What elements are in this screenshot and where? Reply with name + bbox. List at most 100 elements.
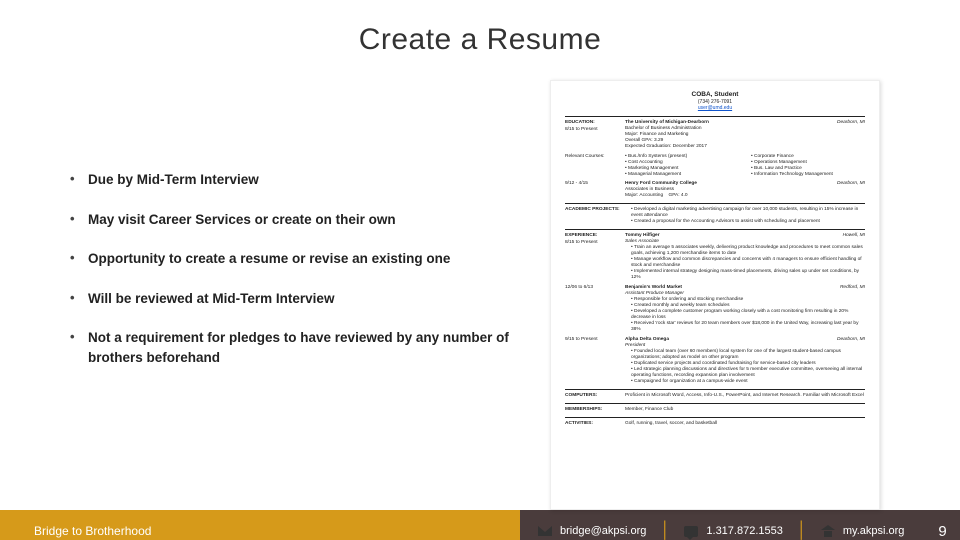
dates: 8/15 to Present — [565, 127, 625, 133]
job-body: Alpha Delta OmegaDearborn, MI President … — [625, 337, 865, 385]
divider — [565, 229, 865, 230]
email-text: bridge@akpsi.org — [560, 525, 646, 537]
section-label: COMPUTERS: — [565, 393, 625, 399]
slide-title: Create a Resume — [359, 23, 602, 57]
text: Golf, running, travel, soccer, and baske… — [625, 421, 865, 427]
item: Developed a digital marketing advertisin… — [631, 207, 865, 219]
item: Created a proposal for the Accounting Ad… — [631, 219, 865, 225]
courses-cols: Bus./Info Systems (present) Cost Account… — [625, 154, 865, 178]
bullet-item: •Not a requirement for pledges to have r… — [70, 328, 510, 367]
resume-job2: 12/06 to 6/13 Benjamin's World MarketRed… — [565, 285, 865, 333]
item: Train an average 5 associates weekly, de… — [631, 245, 865, 257]
city: Dearborn, MI — [837, 337, 865, 343]
cc-body: Henry Ford Community CollegeDearborn, MI… — [625, 181, 865, 199]
section-label: Relevant Courses: — [565, 154, 625, 178]
footer-title: Bridge to Brotherhood — [34, 524, 151, 538]
footer-email: bridge@akpsi.org — [538, 525, 646, 537]
footer-left: Bridge to Brotherhood — [0, 510, 520, 540]
item: Implemented internal strategy designing … — [631, 269, 865, 281]
divider — [565, 116, 865, 117]
separator-icon: │ — [797, 522, 807, 540]
bullet-dot-icon: • — [70, 210, 88, 230]
dates: 12/06 to 6/13 — [565, 285, 625, 333]
dates: 9/15 to Present — [565, 337, 625, 385]
label-text: EDUCATION: — [565, 120, 625, 126]
item: Founded local team (over 60 members) loc… — [631, 349, 865, 361]
slide-body: •Due by Mid-Term Interview •May visit Ca… — [0, 80, 960, 510]
dates: 9/12 - 4/15 — [565, 181, 625, 199]
separator-icon: │ — [660, 522, 670, 540]
text: Proficient in Microsoft Word, Access, In… — [625, 393, 865, 399]
footer-phone: 1.317.872.1553 — [684, 525, 782, 537]
item: Developed a complete customer program wo… — [631, 309, 865, 321]
bullet-dot-icon: • — [70, 289, 88, 309]
footer-right: bridge@akpsi.org │ 1.317.872.1553 │ my.a… — [520, 510, 960, 540]
city: Dearborn, MI — [837, 181, 865, 187]
bullet-item: •Opportunity to create a resume or revis… — [70, 249, 510, 269]
section-label: ACADEMIC PROJECTS: — [565, 207, 625, 225]
resume-memberships: MEMBERSHIPS: Member, Finance Club — [565, 407, 865, 413]
page-number: 9 — [918, 523, 946, 540]
course: Information Technology Management — [751, 172, 865, 178]
bullet-text: Will be reviewed at Mid-Term Interview — [88, 289, 334, 309]
bullet-dot-icon: • — [70, 249, 88, 269]
header: Create a Resume — [0, 0, 960, 80]
divider — [565, 417, 865, 418]
item: Campaigned for organization at a campus-… — [631, 379, 865, 385]
grad: Expected Graduation: December 2017 — [625, 144, 865, 150]
city: Redford, MI — [840, 285, 865, 291]
bullet-item: •Due by Mid-Term Interview — [70, 170, 510, 190]
resume-page: COBA, Student (734) 276-7091 user@umd.ed… — [550, 80, 880, 510]
bullet-text: Due by Mid-Term Interview — [88, 170, 259, 190]
mail-icon — [538, 526, 552, 536]
section-label: EDUCATION: 8/15 to Present — [565, 120, 625, 150]
text: Member, Finance Club — [625, 407, 865, 413]
slide: Create a Resume •Due by Mid-Term Intervi… — [0, 0, 960, 540]
footer-site: my.akpsi.org — [821, 525, 905, 537]
label-text: EXPERIENCE: — [565, 233, 625, 239]
major: Major: Accounting — [625, 193, 663, 198]
gpa: GPA: 4.0 — [668, 193, 687, 198]
resume-preview: COBA, Student (734) 276-7091 user@umd.ed… — [510, 80, 920, 510]
resume-education: EDUCATION: 8/15 to Present The Universit… — [565, 120, 865, 150]
resume-job3: 9/15 to Present Alpha Delta OmegaDearbor… — [565, 337, 865, 385]
item: Manage workflow and common discrepancies… — [631, 257, 865, 269]
bullet-text: Not a requirement for pledges to have re… — [88, 328, 510, 367]
bullet-dot-icon: • — [70, 170, 88, 190]
bullet-dot-icon: • — [70, 328, 88, 367]
col: Bus./Info Systems (present) Cost Account… — [625, 154, 739, 178]
bullet-text: Opportunity to create a resume or revise… — [88, 249, 450, 269]
resume-courses: Relevant Courses: Bus./Info Systems (pre… — [565, 154, 865, 178]
divider — [565, 403, 865, 404]
resume-projects: ACADEMIC PROJECTS: Developed a digital m… — [565, 207, 865, 225]
section-label: EXPERIENCE: 8/15 to Present — [565, 233, 625, 281]
home-icon — [821, 525, 835, 537]
section-label: MEMBERSHIPS: — [565, 407, 625, 413]
job-body: Benjamin's World MarketRedford, MI Assis… — [625, 285, 865, 333]
city: Howell, MI — [843, 233, 865, 239]
bullet-list: •Due by Mid-Term Interview •May visit Ca… — [70, 80, 510, 510]
divider — [565, 203, 865, 204]
item: Received 'rock star' reviews for 20 team… — [631, 321, 865, 333]
dates: 8/15 to Present — [565, 240, 625, 246]
resume-computers: COMPUTERS: Proficient in Microsoft Word,… — [565, 393, 865, 399]
bullet-text: May visit Career Services or create on t… — [88, 210, 396, 230]
divider — [565, 389, 865, 390]
item: Led strategic planning discussions and d… — [631, 367, 865, 379]
city: Dearborn, MI — [837, 120, 865, 126]
chat-icon — [684, 526, 698, 537]
phone-text: 1.317.872.1553 — [706, 525, 782, 537]
resume-experience: EXPERIENCE: 8/15 to Present Tommy Hilfig… — [565, 233, 865, 281]
site-text: my.akpsi.org — [843, 525, 905, 537]
resume-name: COBA, Student — [565, 91, 865, 99]
bullet-item: •Will be reviewed at Mid-Term Interview — [70, 289, 510, 309]
col: Corporate Finance Operations Management … — [751, 154, 865, 178]
course: Managerial Management — [625, 172, 739, 178]
footer: Bridge to Brotherhood bridge@akpsi.org │… — [0, 510, 960, 540]
job-body: Tommy HilfigerHowell, MI Sales Associate… — [625, 233, 865, 281]
resume-cc: 9/12 - 4/15 Henry Ford Community College… — [565, 181, 865, 199]
school: The University of Michigan-Dearborn — [625, 120, 709, 126]
bullet-item: •May visit Career Services or create on … — [70, 210, 510, 230]
projects-body: Developed a digital marketing advertisin… — [625, 207, 865, 225]
resume-activities: ACTIVITIES: Golf, running, travel, socce… — [565, 421, 865, 427]
